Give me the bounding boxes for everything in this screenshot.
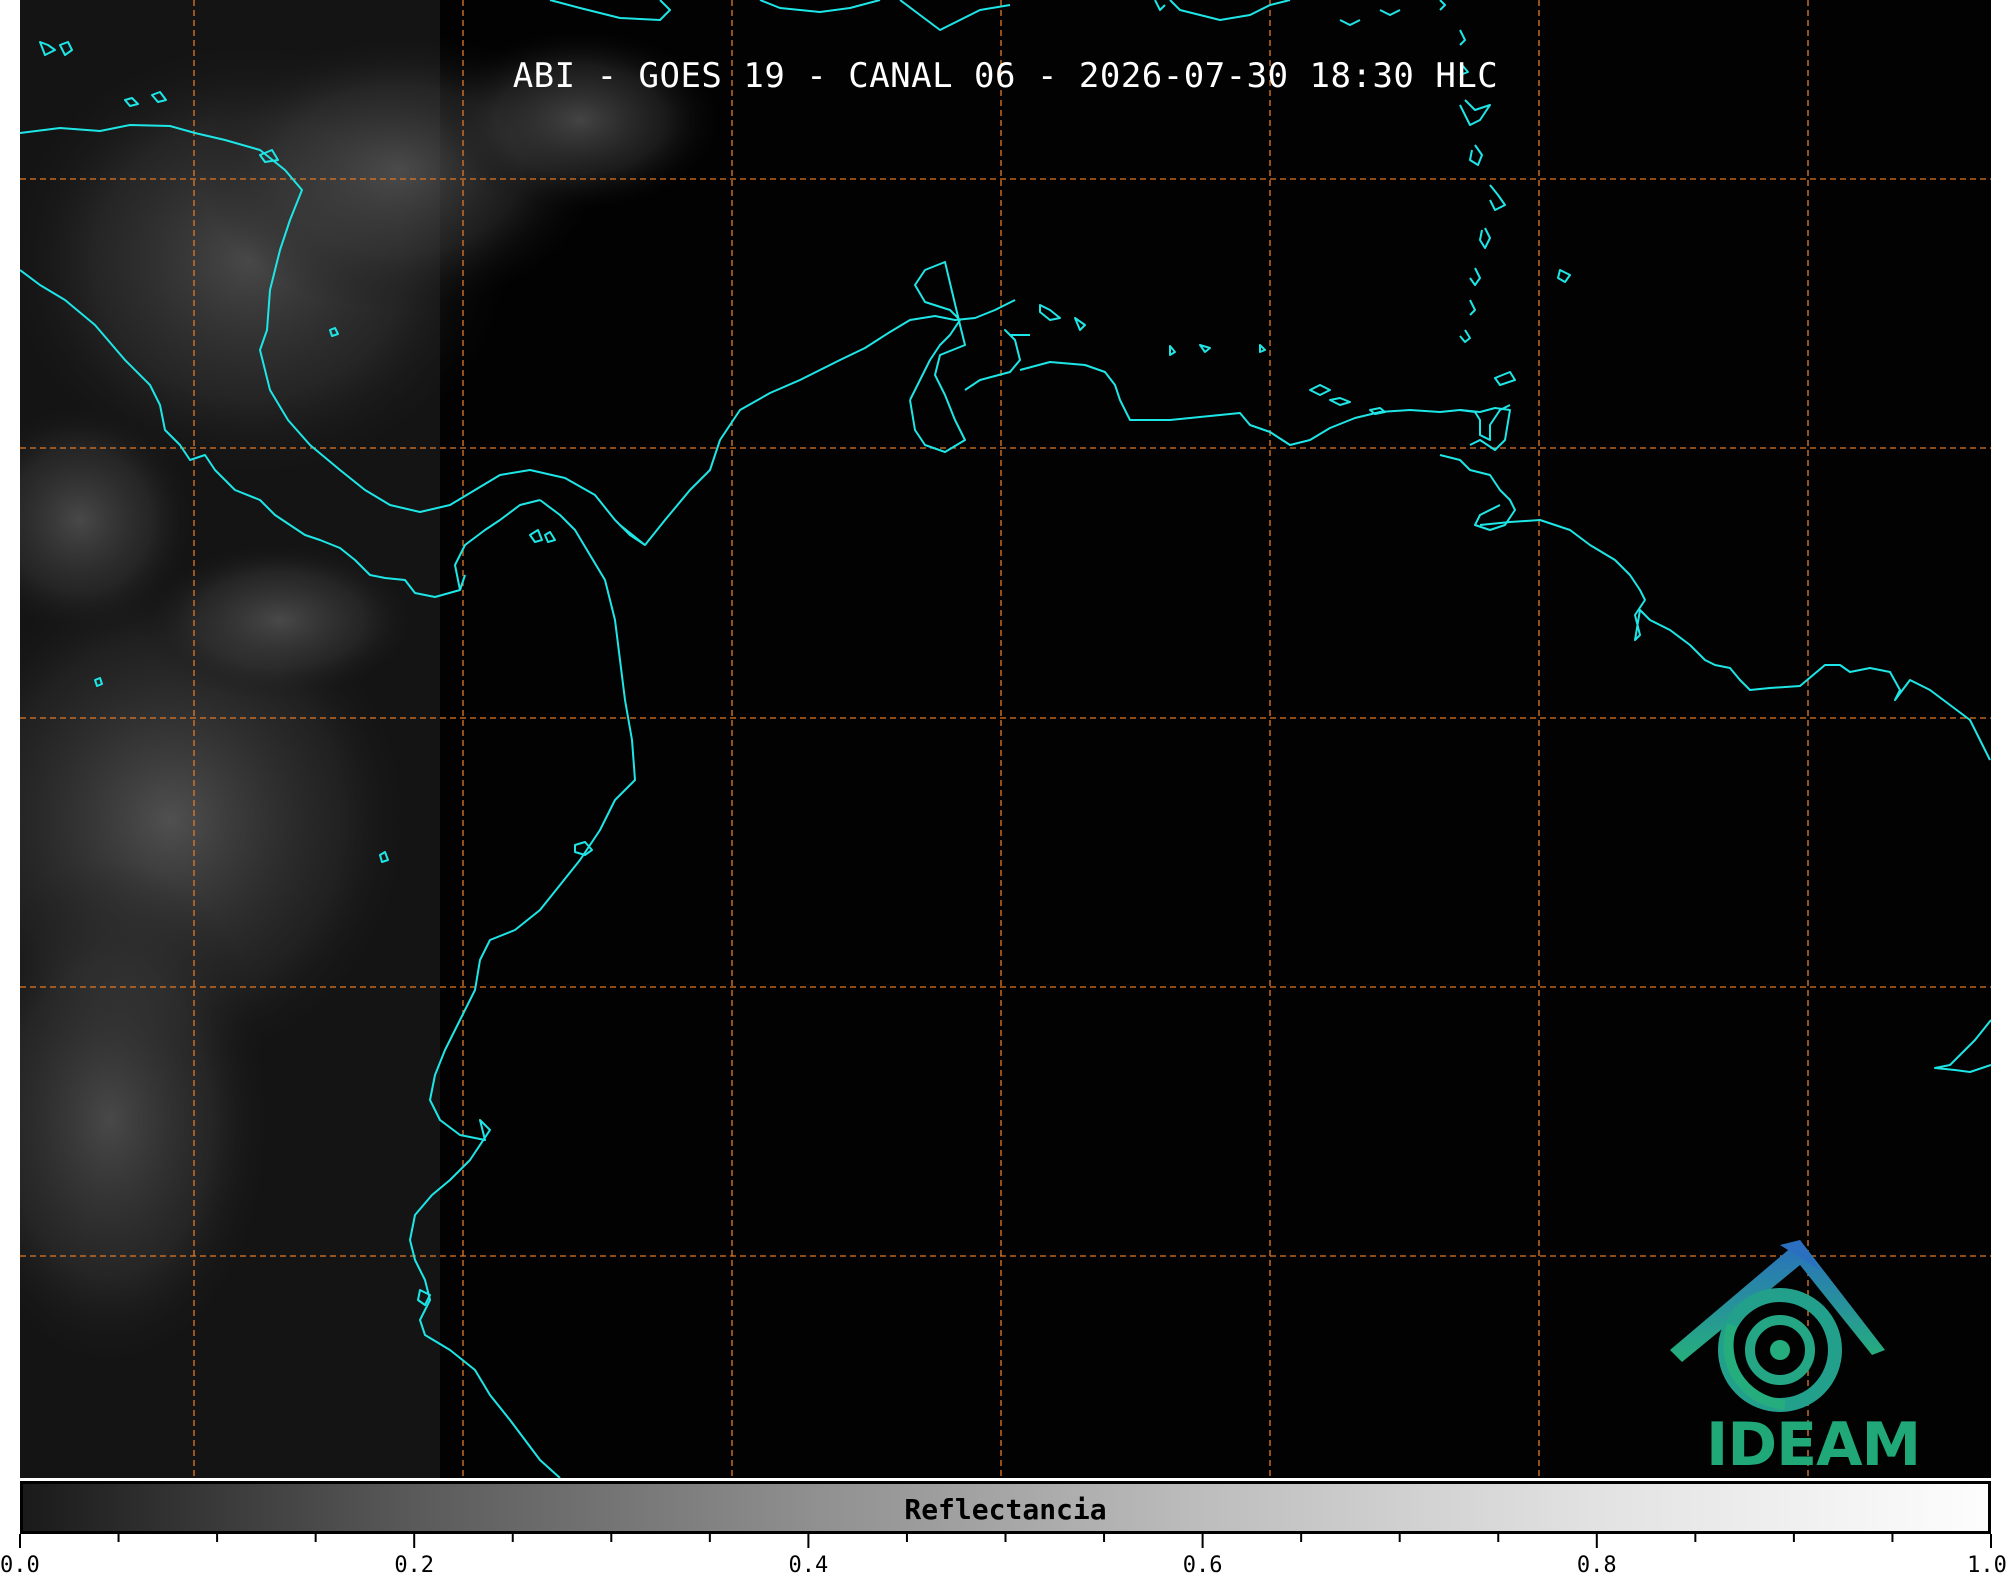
- colorbar-tick-label: 1.0: [1967, 1553, 2007, 1578]
- colorbar-tick-label: 0.4: [788, 1553, 829, 1578]
- colorbar-tick-label: 0.0: [0, 1553, 40, 1578]
- satellite-map: ABI - GOES 19 - CANAL 06 - 2026-07-30 18…: [20, 0, 1991, 1478]
- map-title: ABI - GOES 19 - CANAL 06 - 2026-07-30 18…: [512, 56, 1499, 96]
- colorbar-ticks: [19, 1534, 1992, 1548]
- colorbar-label: Reflectancia: [904, 1493, 1107, 1526]
- map-canvas: [20, 0, 1991, 1478]
- colorbar-tick-label: 0.6: [1182, 1553, 1223, 1578]
- ideam-logo-icon: [1670, 1240, 1885, 1412]
- colorbar: Reflectancia: [20, 1481, 1991, 1534]
- ideam-logo-text: IDEAM: [1706, 1410, 1921, 1478]
- colorbar-tick-label: 0.2: [394, 1553, 435, 1578]
- colorbar-tick-label: 0.8: [1576, 1553, 1617, 1578]
